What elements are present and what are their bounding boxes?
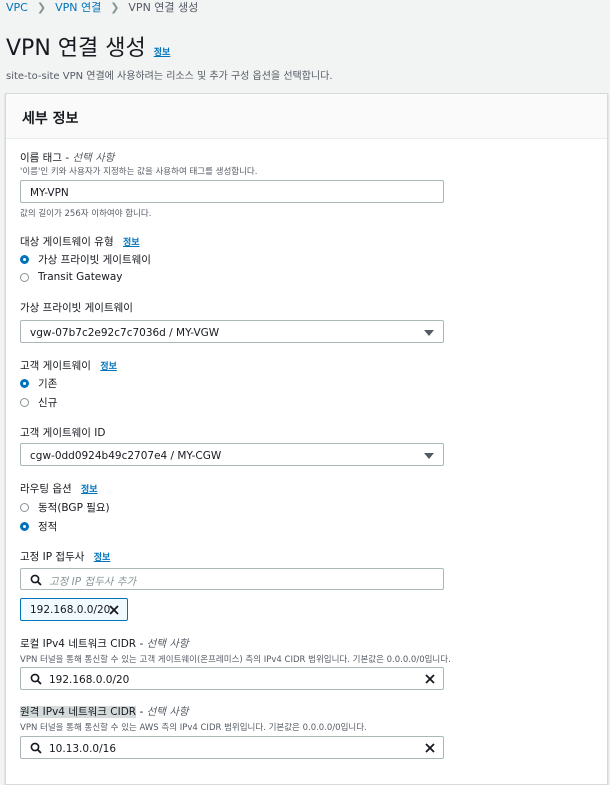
chevron-right-icon: ❯: [110, 0, 120, 14]
name-tag-input[interactable]: MY-VPN: [20, 180, 444, 203]
virtual-private-gateway-select[interactable]: vgw-07b7c2e92c7c7036d / MY-VGW: [20, 320, 444, 343]
static-ip-prefix-search-input[interactable]: 고정 IP 접두사 추가: [20, 568, 444, 590]
radio-selected-icon: [20, 522, 29, 531]
static-ip-prefix-token: 192.168.0.0/20: [20, 598, 128, 621]
search-icon: [30, 742, 42, 754]
page-subtitle: site-to-site VPN 연결에 사용하려는 리소스 및 추가 구성 옵…: [6, 71, 333, 82]
radio-label: 정적: [38, 521, 58, 533]
panel-header: 세부 정보: [6, 94, 607, 139]
panel-title: 세부 정보: [22, 111, 79, 127]
local-ipv4-cidr-label-text: 로컬 IPv4 네트워크 CIDR -: [20, 638, 147, 650]
radio-label: 동적(BGP 필요): [38, 502, 110, 514]
remote-ipv4-cidr-label-text: 원격 IPv4 네트워크 CIDR: [20, 706, 137, 718]
target-gateway-type-label-text: 대상 게이트웨이 유형: [20, 236, 114, 248]
radio-selected-icon: [20, 379, 29, 388]
remote-ipv4-cidr-description: VPN 터널을 통해 통신할 수 있는 AWS 측의 IPv4 CIDR 범위입…: [20, 723, 367, 733]
static-ip-prefixes-label: 고정 IP 접두사 정보: [20, 549, 110, 564]
customer-gateway-id-value: cgw-0dd0924b49c2707e4 / MY-CGW: [30, 450, 222, 462]
radio-unselected-icon: [20, 272, 29, 282]
remote-ipv4-cidr-label: 원격 IPv4 네트워크 CIDR - 선택 사항: [20, 704, 189, 719]
radio-label: 신규: [38, 397, 58, 409]
breadcrumb: VPC ❯ VPN 연결 ❯ VPN 연결 생성: [6, 0, 199, 15]
name-tag-description: '이름'인 키와 사용자가 지정하는 값을 사용하여 태그를 생성합니다.: [20, 167, 258, 177]
name-tag-constraint: 값의 길이가 256자 이하여야 합니다.: [20, 209, 152, 219]
customer-gateway-id-label: 고객 게이트웨이 ID: [20, 427, 106, 439]
details-panel: 세부 정보 이름 태그 - 선택 사항 '이름'인 키와 사용자가 지정하는 값…: [5, 93, 608, 785]
label-separator: -: [136, 706, 147, 718]
radio-transit-gateway[interactable]: Transit Gateway: [20, 271, 123, 283]
optional-text: 선택 사항: [146, 638, 189, 650]
radio-selected-icon: [20, 255, 29, 264]
customer-gateway-id-select[interactable]: cgw-0dd0924b49c2707e4 / MY-CGW: [20, 443, 444, 466]
token-label: 192.168.0.0/20: [30, 604, 111, 616]
local-ipv4-cidr-description: VPN 터널을 통해 통신할 수 있는 고객 게이트웨이(온프레미스) 측의 I…: [20, 655, 451, 665]
static-ip-prefixes-info-link[interactable]: 정보: [94, 553, 111, 563]
remote-ipv4-cidr-value: 10.13.0.0/16: [49, 743, 116, 755]
customer-gateway-info-link[interactable]: 정보: [100, 362, 117, 372]
target-gateway-type-info-link[interactable]: 정보: [123, 238, 140, 248]
name-tag-value: MY-VPN: [30, 187, 69, 199]
page-title: VPN 연결 생성: [6, 36, 146, 61]
radio-dynamic[interactable]: 동적(BGP 필요): [20, 500, 110, 515]
local-ipv4-cidr-input[interactable]: 192.168.0.0/20: [20, 667, 444, 690]
close-icon[interactable]: [108, 604, 120, 616]
static-ip-prefix-placeholder: 고정 IP 접두사 추가: [49, 576, 137, 588]
breadcrumb-vpn-connections[interactable]: VPN 연결: [55, 0, 101, 15]
radio-unselected-icon: [20, 398, 29, 407]
radio-unselected-icon: [20, 503, 29, 512]
local-ipv4-cidr-label: 로컬 IPv4 네트워크 CIDR - 선택 사항: [20, 636, 189, 651]
radio-label: 가상 프라이빗 게이트웨이: [38, 254, 151, 266]
caret-down-icon: [424, 453, 434, 459]
routing-options-label: 라우팅 옵션 정보: [20, 481, 98, 496]
close-icon[interactable]: [424, 673, 436, 685]
radio-new[interactable]: 신규: [20, 395, 57, 410]
breadcrumb-current: VPN 연결 생성: [128, 1, 199, 14]
customer-gateway-label-text: 고객 게이트웨이: [20, 360, 91, 372]
name-tag-label-text: 이름 태그 -: [20, 152, 73, 164]
radio-static[interactable]: 정적: [20, 519, 57, 534]
routing-options-label-text: 라우팅 옵션: [20, 483, 72, 495]
radio-label: 기존: [38, 378, 58, 390]
customer-gateway-label: 고객 게이트웨이 정보: [20, 358, 117, 373]
remote-ipv4-cidr-input[interactable]: 10.13.0.0/16: [20, 736, 444, 759]
page-header: VPN 연결 생성 정보: [6, 30, 170, 62]
routing-options-info-link[interactable]: 정보: [81, 485, 98, 495]
radio-virtual-private-gateway[interactable]: 가상 프라이빗 게이트웨이: [20, 252, 151, 267]
virtual-private-gateway-value: vgw-07b7c2e92c7c7036d / MY-VGW: [30, 327, 220, 339]
breadcrumb-vpc[interactable]: VPC: [6, 1, 28, 14]
static-ip-prefixes-label-text: 고정 IP 접두사: [20, 551, 85, 563]
chevron-right-icon: ❯: [36, 0, 47, 14]
target-gateway-type-label: 대상 게이트웨이 유형 정보: [20, 234, 140, 249]
caret-down-icon: [424, 330, 434, 336]
optional-text: 선택 사항: [72, 152, 115, 164]
optional-text: 선택 사항: [146, 706, 189, 718]
search-icon: [30, 574, 42, 586]
local-ipv4-cidr-value: 192.168.0.0/20: [49, 674, 130, 686]
virtual-private-gateway-label: 가상 프라이빗 게이트웨이: [20, 302, 133, 314]
search-icon: [30, 673, 42, 685]
close-icon[interactable]: [424, 742, 436, 754]
name-tag-label: 이름 태그 - 선택 사항: [20, 150, 114, 165]
page-info-link[interactable]: 정보: [154, 45, 171, 58]
radio-label: Transit Gateway: [38, 271, 123, 283]
radio-existing[interactable]: 기존: [20, 376, 57, 391]
